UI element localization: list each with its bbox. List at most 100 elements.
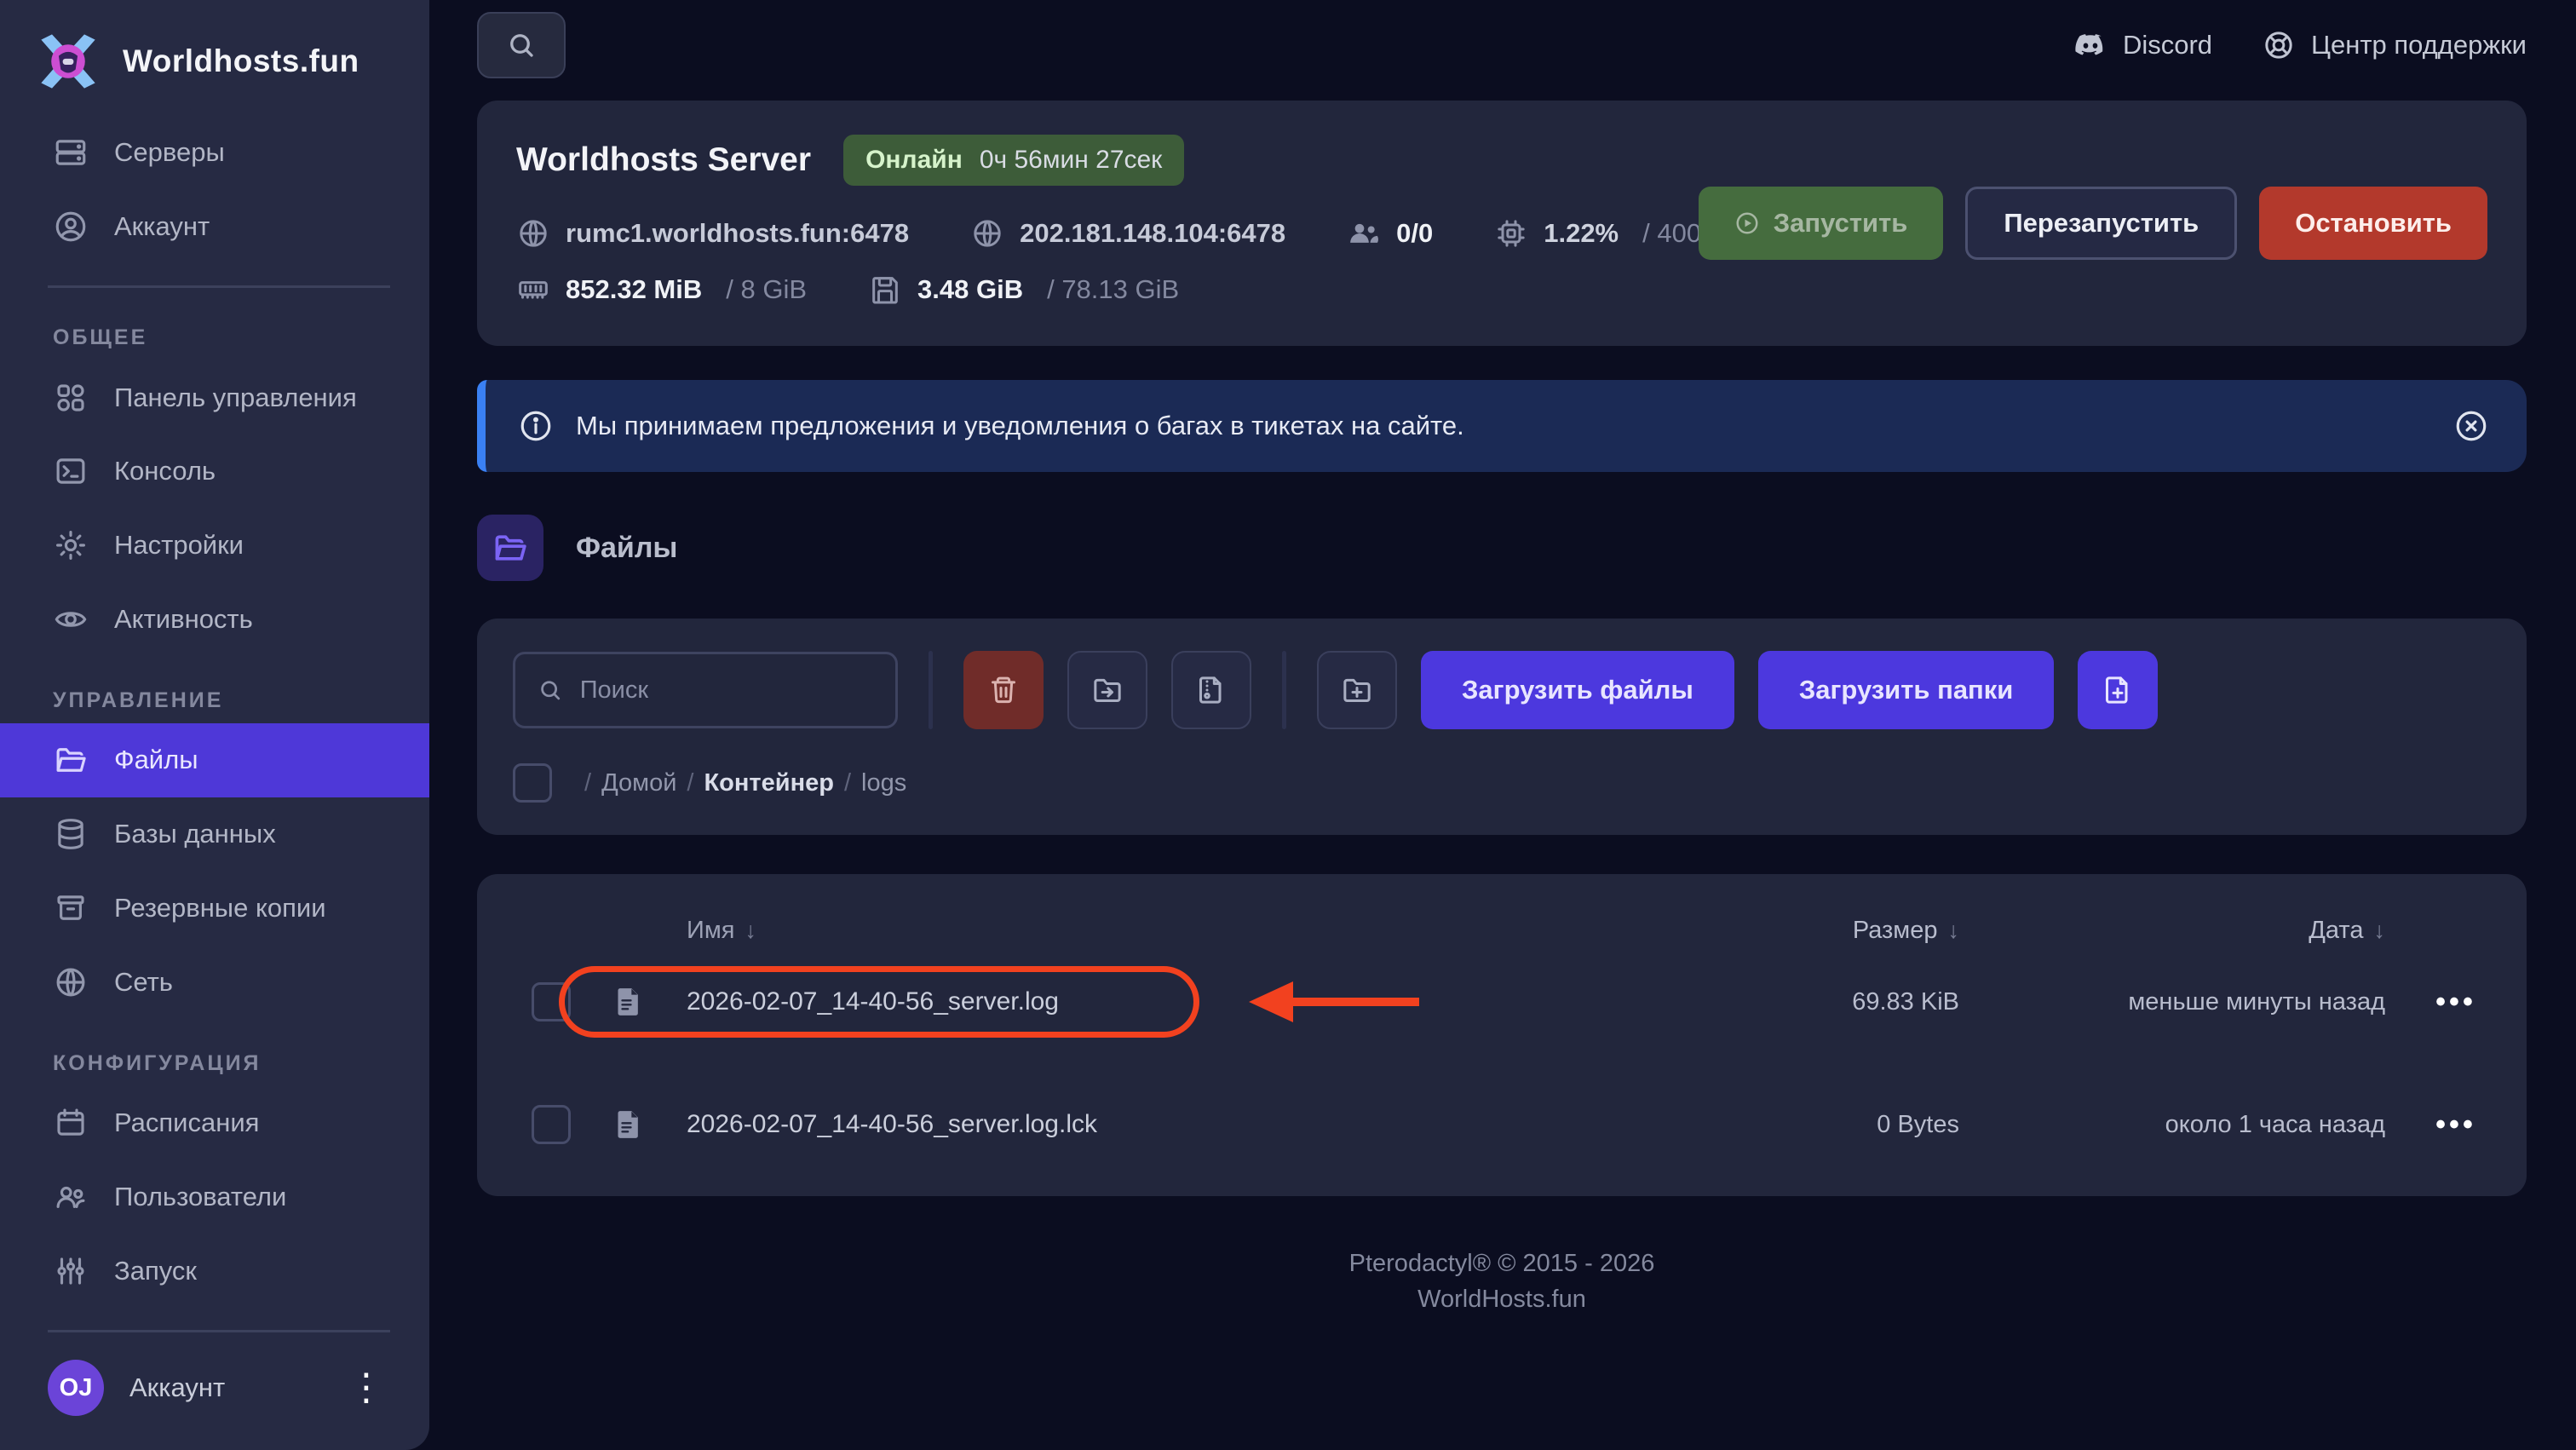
sidebar-item-dashboard[interactable]: Панель управления xyxy=(0,360,429,434)
select-all-checkbox[interactable] xyxy=(513,763,552,803)
folder-icon xyxy=(56,748,86,773)
new-file-button[interactable] xyxy=(2078,651,2159,729)
file-size: 0 Bytes xyxy=(1877,1110,1959,1138)
stat-cpu: 1.22% / 400% xyxy=(1494,216,1725,250)
players-icon xyxy=(1350,223,1379,243)
file-plus-icon xyxy=(2106,676,2128,704)
sidebar-item-settings[interactable]: Настройки xyxy=(0,509,429,583)
restart-button[interactable]: Перезапустить xyxy=(1965,187,2238,260)
toolbar-actions-row: Загрузить файлы Загрузить папки xyxy=(513,651,2491,729)
sort-arrow-icon: ↓ xyxy=(2373,917,2386,943)
lifebuoy-icon xyxy=(2265,32,2292,59)
banner-close-icon[interactable] xyxy=(2453,408,2489,444)
file-date: меньше минуты назад xyxy=(2128,987,2385,1016)
start-label: Запустить xyxy=(1773,208,1908,238)
stat-disk: 3.48 GiB / 78.13 GiB xyxy=(868,273,1179,307)
row-checkbox[interactable] xyxy=(532,982,571,1021)
breadcrumb-separator: / xyxy=(584,768,592,797)
move-button[interactable] xyxy=(1067,651,1147,729)
sidebar-item-account[interactable]: Аккаунт xyxy=(0,190,429,264)
account-label: Аккаунт xyxy=(129,1372,226,1403)
file-date: около 1 часа назад xyxy=(2165,1110,2385,1138)
sidebar-item-files[interactable]: Файлы xyxy=(0,723,429,797)
users-icon xyxy=(56,1186,85,1208)
stat-limit: / 78.13 GiB xyxy=(1047,274,1180,304)
upload-folders-button[interactable]: Загрузить папки xyxy=(1757,651,2055,729)
sidebar-item-network[interactable]: Сеть xyxy=(0,945,429,1019)
start-button[interactable]: Запустить xyxy=(1698,187,1944,260)
file-search-box[interactable] xyxy=(513,652,898,728)
database-icon xyxy=(58,819,83,850)
archive-file-button[interactable] xyxy=(1171,651,1251,729)
footer-brand[interactable]: WorldHosts.fun xyxy=(477,1281,2527,1317)
sidebar-item-console[interactable]: Консоль xyxy=(0,434,429,509)
column-name[interactable]: Имя ↓ xyxy=(687,917,1695,945)
file-name[interactable]: 2026-02-07_14-40-56_server.log.lck xyxy=(687,1110,1695,1139)
sidebar-item-schedules[interactable]: Расписания xyxy=(0,1086,429,1160)
brand-logo-icon xyxy=(36,29,101,94)
row-checkbox[interactable] xyxy=(532,1105,571,1144)
globe-icon xyxy=(520,220,547,247)
sidebar-item-label: Пользователи xyxy=(114,1181,287,1211)
account-row[interactable]: OJ Аккаунт ⋮ xyxy=(0,1351,429,1424)
global-search-button[interactable] xyxy=(477,12,566,78)
column-size[interactable]: Размер ↓ xyxy=(1695,917,1959,945)
footer: Pterodactyl® © 2015 - 2026 WorldHosts.fu… xyxy=(477,1246,2527,1317)
sidebar-item-databases[interactable]: Базы данных xyxy=(0,797,429,872)
files-toolbar: Загрузить файлы Загрузить папки / Домой … xyxy=(477,619,2527,835)
sidebar-item-label: Серверы xyxy=(114,137,225,168)
discord-label: Discord xyxy=(2122,30,2213,60)
table-row[interactable]: 2026-02-07_14-40-56_server.log.lck 0 Byt… xyxy=(477,1084,2527,1165)
sidebar-item-activity[interactable]: Активность xyxy=(0,582,429,656)
files-folder-icon xyxy=(477,515,543,581)
row-menu-button[interactable]: ••• xyxy=(2435,986,2476,1018)
sidebar-bottom: OJ Аккаунт ⋮ xyxy=(0,1308,429,1450)
file-name[interactable]: 2026-02-07_14-40-56_server.log xyxy=(687,987,1695,1016)
files-title: Файлы xyxy=(576,531,678,564)
sidebar-item-label: Сеть xyxy=(114,966,173,997)
file-search-input[interactable] xyxy=(579,676,873,705)
upload-files-button[interactable]: Загрузить файлы xyxy=(1421,651,1734,729)
server-stats-row-2: 852.32 MiB / 8 GiB 3.48 GiB / 78.13 GiB xyxy=(516,273,2487,307)
sidebar-item-startup[interactable]: Запуск xyxy=(0,1234,429,1308)
search-icon xyxy=(510,34,533,57)
files-heading: Файлы xyxy=(477,515,2527,581)
restart-label: Перезапустить xyxy=(2004,208,2199,238)
server-card: Worldhosts Server Онлайн 0ч 56мин 27сек … xyxy=(477,101,2527,346)
column-date[interactable]: Дата ↓ xyxy=(1959,917,2385,945)
info-icon xyxy=(520,411,551,441)
sidebar-item-users[interactable]: Пользователи xyxy=(0,1160,429,1234)
sidebar-item-backups[interactable]: Резервные копии xyxy=(0,872,429,946)
sidebar-item-label: Базы данных xyxy=(114,819,276,849)
row-menu-button[interactable]: ••• xyxy=(2435,1108,2476,1141)
avatar: OJ xyxy=(48,1360,104,1417)
new-folder-button[interactable] xyxy=(1317,651,1397,729)
breadcrumb-row: / Домой / Контейнер / logs xyxy=(513,763,2491,803)
stat-value: 202.181.148.104:6478 xyxy=(1020,218,1286,248)
support-link[interactable]: Центр поддержки xyxy=(2262,28,2527,62)
topbar: Discord Центр поддержки xyxy=(477,12,2527,78)
sidebar-item-servers[interactable]: Серверы xyxy=(0,116,429,190)
breadcrumb-separator: / xyxy=(843,768,851,797)
stat-value: 3.48 GiB xyxy=(917,274,1024,304)
sidebar-item-label: Активность xyxy=(114,603,253,634)
status-uptime: 0ч 56мин 27сек xyxy=(979,146,1163,174)
servers-icon xyxy=(55,140,86,166)
delete-button[interactable] xyxy=(963,651,1044,729)
kebab-menu-icon[interactable]: ⋮ xyxy=(348,1369,385,1407)
sidebar-item-label: Резервные копии xyxy=(114,892,326,923)
server-title-row: Worldhosts Server Онлайн 0ч 56мин 27сек xyxy=(516,135,2487,186)
stop-button[interactable]: Остановить xyxy=(2259,187,2487,260)
server-actions: Запустить Перезапустить Остановить xyxy=(1698,187,2487,260)
stat-value: 0/0 xyxy=(1396,218,1434,248)
brand[interactable]: Worldhosts.fun xyxy=(0,0,429,116)
stat-ip: 202.181.148.104:6478 xyxy=(970,216,1285,250)
status-badge: Онлайн 0ч 56мин 27сек xyxy=(843,135,1185,186)
sidebar-section-general: ОБЩЕЕ xyxy=(53,325,148,350)
breadcrumb-container[interactable]: Контейнер xyxy=(704,769,833,797)
discord-link[interactable]: Discord xyxy=(2073,28,2212,62)
breadcrumb-home[interactable]: Домой xyxy=(601,769,676,797)
breadcrumb-dir[interactable]: logs xyxy=(861,769,906,797)
table-row[interactable]: 2026-02-07_14-40-56_server.log 69.83 KiB… xyxy=(477,961,2527,1043)
sidebar-item-label: Панель управления xyxy=(114,382,357,412)
